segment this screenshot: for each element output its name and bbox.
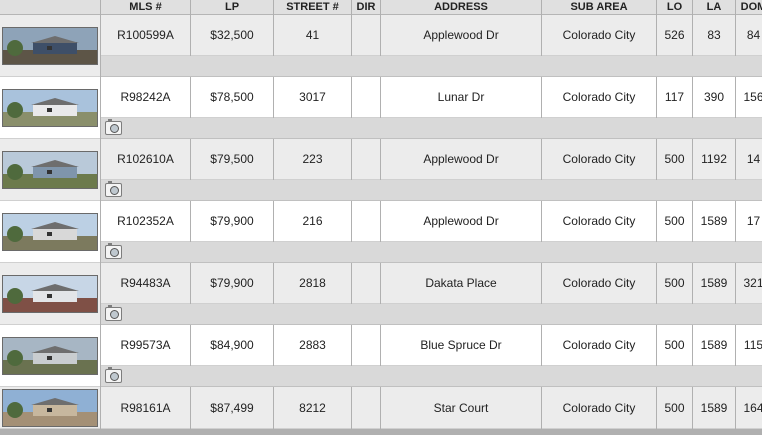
photo-bar <box>101 56 762 77</box>
cell-mls-number[interactable]: R102610A <box>101 139 190 180</box>
cell-direction <box>352 139 380 180</box>
photo-bar <box>101 118 762 139</box>
cell-street-number: 8212 <box>274 387 351 429</box>
cell-direction <box>352 15 380 56</box>
cell-mls-number[interactable]: R102352A <box>101 201 190 242</box>
cell-dom: 17 <box>736 201 762 242</box>
column-header-address[interactable]: ADDRESS <box>381 0 541 15</box>
cell-list-price: $79,500 <box>191 139 273 180</box>
cell-lo: 500 <box>657 387 692 429</box>
house-photo-image <box>2 26 98 65</box>
cell-direction <box>352 387 380 429</box>
camera-icon[interactable] <box>105 243 122 259</box>
listing-thumbnail[interactable] <box>0 263 100 325</box>
cell-list-price: $84,900 <box>191 325 273 366</box>
house-photo-image <box>2 336 98 375</box>
cell-lo: 117 <box>657 77 692 118</box>
cell-list-price: $79,900 <box>191 263 273 304</box>
column-header-list-price[interactable]: LP <box>191 0 273 15</box>
cell-sub-area: Colorado City <box>542 139 656 180</box>
cell-sub-area: Colorado City <box>542 387 656 429</box>
cell-mls-number[interactable]: R98242A <box>101 77 190 118</box>
listing-thumbnail[interactable] <box>0 387 100 429</box>
cell-sub-area: Colorado City <box>542 201 656 242</box>
cell-dom: 115 <box>736 325 762 366</box>
cell-list-price: $79,900 <box>191 201 273 242</box>
cell-address: Star Court <box>381 387 541 429</box>
cell-mls-number[interactable]: R99573A <box>101 325 190 366</box>
cell-dom: 321 <box>736 263 762 304</box>
cell-la: 390 <box>693 77 735 118</box>
listing-table: MLS # LP STREET # DIR ADDRESS SUB AREA LO LA DOM… <box>0 0 762 435</box>
cell-list-price: $32,500 <box>191 15 273 56</box>
cell-street-number: 41 <box>274 15 351 56</box>
cell-list-price: $87,499 <box>191 387 273 429</box>
cell-la: 1589 <box>693 263 735 304</box>
cell-sub-area: Colorado City <box>542 325 656 366</box>
camera-icon[interactable] <box>105 367 122 383</box>
house-photo-image <box>2 150 98 189</box>
column-header-thumbnail <box>0 0 100 15</box>
cell-lo: 500 <box>657 201 692 242</box>
column-header-la[interactable]: LA <box>693 0 735 15</box>
cell-lo: 500 <box>657 139 692 180</box>
cell-address: Lunar Dr <box>381 77 541 118</box>
listing-thumbnail[interactable] <box>0 325 100 387</box>
cell-address: Applewood Dr <box>381 139 541 180</box>
photo-bar <box>101 366 762 387</box>
cell-address: Blue Spruce Dr <box>381 325 541 366</box>
cell-sub-area: Colorado City <box>542 263 656 304</box>
cell-sub-area: Colorado City <box>542 77 656 118</box>
cell-direction <box>352 77 380 118</box>
column-header-lo[interactable]: LO <box>657 0 692 15</box>
house-photo-image <box>2 388 98 427</box>
column-header-sub-area[interactable]: SUB AREA <box>542 0 656 15</box>
cell-dom: 14 <box>736 139 762 180</box>
cell-street-number: 2883 <box>274 325 351 366</box>
column-header-dom[interactable]: DOM <box>736 0 762 15</box>
cell-address: Dakata Place <box>381 263 541 304</box>
cell-la: 1192 <box>693 139 735 180</box>
house-photo-image <box>2 88 98 127</box>
cell-street-number: 216 <box>274 201 351 242</box>
cell-address: Applewood Dr <box>381 15 541 56</box>
camera-icon[interactable] <box>105 119 122 135</box>
cell-dom: 84 <box>736 15 762 56</box>
cell-direction <box>352 263 380 304</box>
camera-icon[interactable] <box>105 181 122 197</box>
cell-la: 1589 <box>693 201 735 242</box>
cell-mls-number[interactable]: R98161A <box>101 387 190 429</box>
photo-bar <box>101 242 762 263</box>
camera-icon[interactable] <box>105 305 122 321</box>
cell-street-number: 3017 <box>274 77 351 118</box>
cell-sub-area: Colorado City <box>542 15 656 56</box>
photo-bar <box>101 304 762 325</box>
cell-direction <box>352 201 380 242</box>
cell-lo: 526 <box>657 15 692 56</box>
listing-thumbnail[interactable] <box>0 77 100 139</box>
column-header-direction[interactable]: DIR <box>352 0 380 15</box>
cell-la: 1589 <box>693 387 735 429</box>
house-photo-image <box>2 212 98 251</box>
cell-street-number: 2818 <box>274 263 351 304</box>
column-header-street-number[interactable]: STREET # <box>274 0 351 15</box>
cell-street-number: 223 <box>274 139 351 180</box>
cell-dom: 156 <box>736 77 762 118</box>
cell-la: 1589 <box>693 325 735 366</box>
cell-mls-number[interactable]: R94483A <box>101 263 190 304</box>
listing-thumbnail[interactable] <box>0 15 100 77</box>
cell-dom: 164 <box>736 387 762 429</box>
cell-la: 83 <box>693 15 735 56</box>
cell-direction <box>352 325 380 366</box>
listing-thumbnail[interactable] <box>0 201 100 263</box>
cell-lo: 500 <box>657 325 692 366</box>
house-photo-image <box>2 274 98 313</box>
cell-list-price: $78,500 <box>191 77 273 118</box>
listing-thumbnail[interactable] <box>0 139 100 201</box>
photo-bar <box>101 180 762 201</box>
column-header-mls-number[interactable]: MLS # <box>101 0 190 15</box>
cell-lo: 500 <box>657 263 692 304</box>
cell-address: Applewood Dr <box>381 201 541 242</box>
cell-mls-number[interactable]: R100599A <box>101 15 190 56</box>
